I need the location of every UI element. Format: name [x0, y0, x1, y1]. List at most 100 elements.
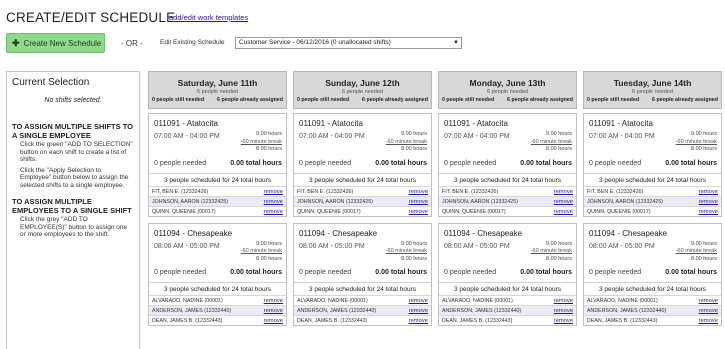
remove-employee-link[interactable]: remove [554, 188, 573, 195]
shift-hours: 9.00 hours -60 minute break 8.00 hours [386, 131, 427, 154]
day-header: Saturday, June 11th 6 people needed 0 pe… [148, 71, 287, 109]
shift-time: 07:00 AM - 04:00 PM [154, 133, 220, 140]
shift-break: -60 minute break [385, 138, 427, 145]
shift-hours: 9.00 hours -60 minute break 8.00 hours [676, 131, 717, 154]
shift-card[interactable]: 011094 - Chesapeake 08:00 AM - 05:00 PM … [293, 222, 432, 326]
day-name: Sunday, June 12th [325, 78, 400, 88]
remove-employee-link[interactable]: remove [409, 208, 428, 215]
schedule-select-value: Customer Service - 06/12/2016 (0 unalloc… [239, 39, 391, 46]
remove-employee-link[interactable]: remove [264, 297, 283, 304]
day-already-assigned: 6 people already assigned [652, 97, 718, 103]
remove-employee-link[interactable]: remove [554, 307, 573, 314]
shift-time-row: 08:00 AM - 05:00 PM 9.00 hours -60 minut… [444, 240, 572, 264]
shift-scheduled-summary: 3 people scheduled for 24 total hours [439, 282, 576, 295]
employee-name: FIT, BEN E. (12332426) [587, 188, 644, 195]
shift-need-row: 0 people needed 0.00 total hours [299, 160, 427, 167]
shift-total-hours: 0.00 total hours [520, 269, 572, 276]
shift-people-needed: 0 people needed [589, 269, 642, 276]
current-selection-panel: Current Selection No shifts selected. TO… [6, 71, 140, 349]
shift-card[interactable]: 011091 - Atatocita 07:00 AM - 04:00 PM 9… [148, 113, 287, 217]
shift-people-needed: 0 people needed [444, 269, 497, 276]
remove-employee-link[interactable]: remove [409, 317, 428, 324]
shift-people-needed: 0 people needed [299, 269, 352, 276]
shift-gross-hours: 9.00 hours [546, 240, 572, 247]
shift-title: 011094 - Chesapeake [444, 228, 523, 238]
shift-total-hours: 0.00 total hours [375, 269, 427, 276]
shift-card[interactable]: 011091 - Atatocita 07:00 AM - 04:00 PM 9… [583, 113, 722, 217]
shift-net-hours: 8.00 hours [691, 255, 717, 262]
employee-row: ANDERSON, JAMES (12332440) remove [294, 305, 431, 315]
shift-time-row: 08:00 AM - 05:00 PM 9.00 hours -60 minut… [154, 241, 282, 264]
shift-card[interactable]: 011091 - Atatocita 07:00 AM - 04:00 PM 9… [293, 113, 432, 217]
shift-break: -60 minute break [530, 248, 572, 254]
day-column: Saturday, June 11th 6 people needed 0 pe… [148, 71, 287, 349]
remove-employee-link[interactable]: remove [699, 297, 718, 304]
shift-hours: 9.00 hours -60 minute break 8.00 hours [241, 241, 282, 264]
employee-name: ALVARADO, NADINE (00001) [587, 298, 658, 304]
remove-employee-link[interactable]: remove [409, 297, 428, 304]
shift-net-hours: 8.00 hours [546, 255, 572, 262]
remove-employee-link[interactable]: remove [264, 208, 283, 215]
shift-time-row: 08:00 AM - 05:00 PM 9.00 hours -60 minut… [299, 241, 427, 264]
assign-employees-heading: TO ASSIGN MULTIPLE EMPLOYEES TO A SINGLE… [12, 197, 132, 215]
employee-row: DEAN, JAMES B. (12332443) remove [439, 315, 576, 325]
remove-employee-link[interactable]: remove [554, 198, 573, 205]
shift-net-hours: 8.00 hours [691, 146, 717, 152]
remove-employee-link[interactable]: remove [409, 307, 428, 314]
employee-row: QUINN, QUEENIE (00017) remove [584, 205, 721, 216]
remove-employee-link[interactable]: remove [409, 188, 428, 195]
edit-work-templates-link[interactable]: add/edit work templates [169, 13, 248, 22]
shift-title: 011094 - Chesapeake [589, 228, 668, 238]
remove-employee-link[interactable]: remove [699, 208, 718, 215]
employee-name: ALVARADO, NADINE (00001) [297, 298, 368, 304]
remove-employee-link[interactable]: remove [554, 208, 573, 215]
employee-name: ALVARADO, NADINE (00001) [442, 298, 513, 304]
remove-employee-link[interactable]: remove [554, 317, 573, 324]
shift-net-hours: 8.00 hours [401, 146, 427, 152]
shift-total-hours: 0.00 total hours [230, 159, 282, 167]
shift-people-needed: 0 people needed [444, 159, 497, 167]
create-new-schedule-button[interactable]: ✚ Create New Schedule [6, 33, 105, 53]
shift-card[interactable]: 011094 - Chesapeake 08:00 AM - 05:00 PM … [583, 222, 722, 326]
remove-employee-link[interactable]: remove [699, 317, 718, 324]
shift-card[interactable]: 011094 - Chesapeake 08:00 AM - 05:00 PM … [438, 222, 577, 326]
remove-employee-link[interactable]: remove [554, 297, 573, 304]
day-stats: 0 people still needed 6 people already a… [584, 95, 721, 103]
shift-title: 011091 - Atatocita [299, 119, 363, 128]
or-separator: - OR - [121, 39, 143, 48]
remove-employee-link[interactable]: remove [264, 317, 283, 324]
employee-row: ALVARADO, NADINE (00001) remove [294, 295, 431, 305]
remove-employee-link[interactable]: remove [699, 188, 718, 195]
day-stats: 0 people still needed 6 people already a… [149, 95, 286, 103]
shift-net-hours: 8.00 hours [256, 146, 282, 152]
employee-name: FIT, BEN E. (12332426) [442, 188, 499, 195]
shift-title: 011091 - Atatocita [589, 119, 653, 128]
employee-row: FIT, BEN E. (12332426) remove [584, 185, 721, 196]
shift-card[interactable]: 011091 - Atatocita 07:00 AM - 04:00 PM 9… [438, 113, 577, 217]
employee-name: FIT, BEN E. (12332426) [297, 188, 354, 195]
schedule-select[interactable]: Customer Service - 06/12/2016 (0 unalloc… [235, 37, 462, 49]
day-already-assigned: 6 people already assigned [507, 97, 573, 103]
remove-employee-link[interactable]: remove [264, 307, 283, 314]
remove-employee-link[interactable]: remove [699, 307, 718, 314]
employee-row: FIT, BEN E. (12332426) remove [439, 185, 576, 196]
day-name: Tuesday, June 14th [613, 78, 692, 88]
employee-row: JOHNSON, AARON (12332425) remove [439, 195, 576, 206]
shift-time-row: 08:00 AM - 05:00 PM 9.00 hours -60 minut… [589, 240, 717, 264]
shift-gross-hours: 9.00 hours [256, 240, 282, 247]
remove-employee-link[interactable]: remove [409, 198, 428, 205]
day-still-needed: 0 people still needed [152, 97, 205, 103]
employee-name: QUINN, QUEENIE (00017) [587, 208, 651, 215]
day-still-needed: 0 people still needed [297, 97, 350, 103]
day-still-needed: 0 people still needed [587, 97, 640, 103]
remove-employee-link[interactable]: remove [264, 198, 283, 205]
remove-employee-link[interactable]: remove [264, 188, 283, 195]
employee-name: ANDERSON, JAMES (12332440) [587, 308, 667, 314]
remove-employee-link[interactable]: remove [699, 198, 718, 205]
shift-gross-hours: 9.00 hours [691, 240, 717, 247]
employee-name: DEAN, JAMES B. (12332443) [587, 318, 658, 324]
shift-card[interactable]: 011094 - Chesapeake 08:00 AM - 05:00 PM … [148, 222, 287, 326]
employee-row: DEAN, JAMES B. (12332443) remove [294, 315, 431, 325]
employee-row: DEAN, JAMES B. (12332443) remove [584, 315, 721, 325]
day-column: Sunday, June 12th 6 people needed 0 peop… [293, 71, 432, 349]
